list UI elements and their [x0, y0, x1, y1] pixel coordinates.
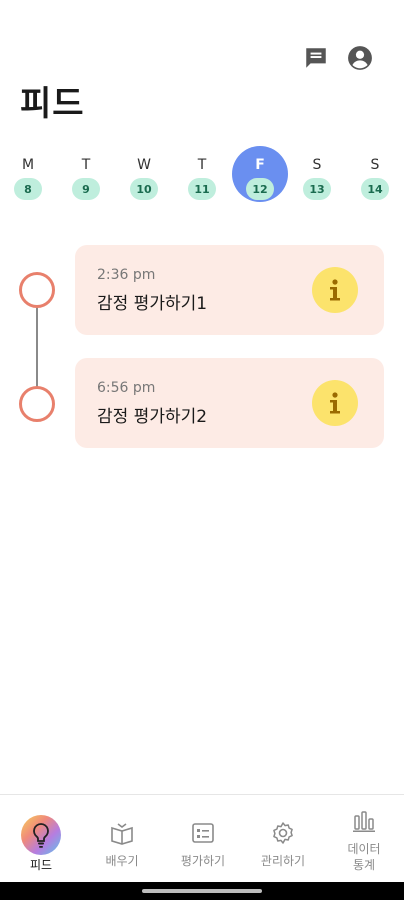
- nav-label: 관리하기: [260, 854, 306, 868]
- info-icon[interactable]: [312, 267, 358, 313]
- day-fri-selected[interactable]: F 12: [232, 146, 288, 202]
- nav-evaluate[interactable]: 평가하기: [163, 795, 243, 883]
- day-wed[interactable]: W 10: [116, 146, 172, 202]
- page-title: 피드: [20, 84, 85, 124]
- day-of-week: F: [255, 157, 265, 173]
- nav-label: 데이터 통계: [347, 842, 381, 872]
- day-tue[interactable]: T 9: [58, 146, 114, 202]
- nav-data-stats[interactable]: 데이터 통계: [324, 795, 404, 883]
- day-of-week: W: [137, 157, 151, 173]
- feed-card[interactable]: 6:56 pm 감정 평가하기2: [75, 358, 384, 448]
- day-of-week: T: [81, 157, 91, 173]
- nav-learn[interactable]: 배우기: [82, 795, 162, 883]
- timeline-node: [19, 386, 55, 422]
- day-of-week: S: [370, 157, 380, 173]
- day-of-week: S: [312, 157, 322, 173]
- nav-feed[interactable]: 피드: [1, 795, 81, 883]
- info-icon[interactable]: [312, 380, 358, 426]
- account-icon[interactable]: [346, 44, 374, 72]
- timeline-node: [19, 272, 55, 308]
- book-icon: [108, 819, 136, 847]
- chat-icon[interactable]: [302, 44, 330, 72]
- nav-label: 배우기: [105, 854, 139, 868]
- bar-chart-icon: [350, 807, 378, 835]
- date-pill: 8: [14, 178, 42, 200]
- day-sun[interactable]: S 14: [347, 146, 403, 202]
- day-of-week: M: [21, 157, 35, 173]
- checklist-icon: [189, 819, 217, 847]
- bottom-nav: 피드 배우기 평가하기 관리하기 데이터 통계: [0, 794, 404, 882]
- entry-label: 감정 평가하기1: [97, 294, 208, 314]
- week-selector: M 8 T 9 W 10 T 11 F 12 S 13 S 14: [0, 146, 404, 206]
- gear-icon: [269, 819, 297, 847]
- nav-manage[interactable]: 관리하기: [243, 795, 323, 883]
- nav-label: 평가하기: [180, 854, 226, 868]
- day-sat[interactable]: S 13: [289, 146, 345, 202]
- feed-card[interactable]: 2:36 pm 감정 평가하기1: [75, 245, 384, 335]
- date-pill: 9: [72, 178, 100, 200]
- timeline-line: [36, 306, 38, 392]
- day-thu[interactable]: T 11: [174, 146, 230, 202]
- lightbulb-icon: [21, 815, 61, 855]
- day-of-week: T: [197, 157, 207, 173]
- date-pill: 12: [246, 178, 274, 200]
- date-pill: 13: [303, 178, 331, 200]
- top-actions: [302, 44, 374, 72]
- entry-time: 6:56 pm: [97, 380, 156, 396]
- system-gesture-bar: [0, 882, 404, 900]
- entry-label: 감정 평가하기2: [97, 407, 208, 427]
- date-pill: 10: [130, 178, 158, 200]
- day-mon[interactable]: M 8: [0, 146, 56, 202]
- home-indicator[interactable]: [142, 889, 262, 893]
- entry-time: 2:36 pm: [97, 267, 156, 283]
- nav-label: 피드: [29, 858, 53, 872]
- date-pill: 11: [188, 178, 216, 200]
- date-pill: 14: [361, 178, 389, 200]
